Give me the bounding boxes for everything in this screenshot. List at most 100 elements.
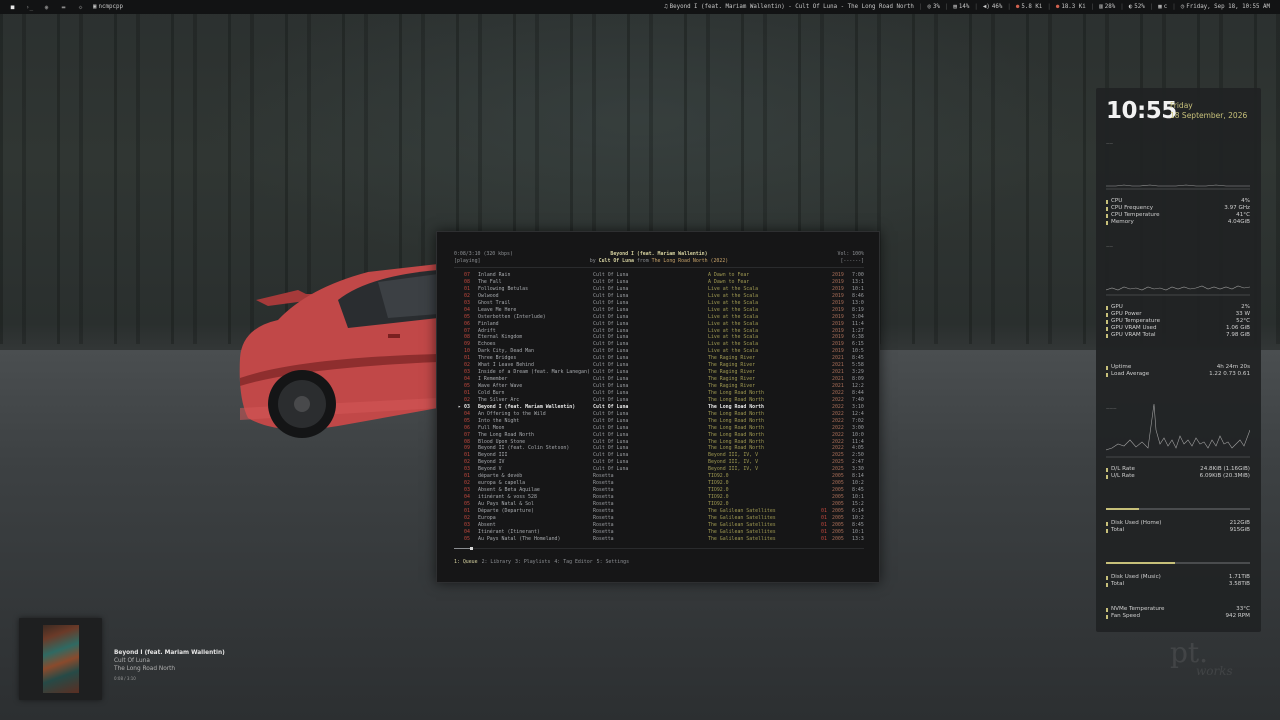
track-number: 07	[464, 327, 470, 334]
workspace-5[interactable]: ◇	[72, 4, 89, 11]
track-year: 2019	[832, 341, 844, 348]
stat-label: Disk Used (Home)	[1111, 520, 1162, 526]
progress-knob[interactable]	[470, 547, 474, 550]
clock-module[interactable]: ◷ Friday, Sep 18, 10:55 AM	[1177, 4, 1274, 10]
playlist-row[interactable]: 02 Europa Rosetta The Galilean Satellites 01…	[454, 515, 864, 522]
tab-library[interactable]: 2: Library	[482, 559, 511, 565]
playlist-row[interactable]: 09 Beyond II (feat. Colin Stetson) Cult Of…	[454, 445, 864, 452]
track-title: Echoes	[478, 341, 496, 348]
playlist-row[interactable]: 05 Into the Night Cult Of Luna The Long Roa…	[454, 418, 864, 425]
track-title: Inside of a Dream (feat. Mark Lanegan)	[478, 369, 590, 376]
playlist-row[interactable]: 03 Absent Rosetta The Galilean Satellites 01…	[454, 522, 864, 529]
active-window[interactable]: ▣ ncmpcpp	[89, 4, 127, 10]
track-year: 2022	[832, 417, 844, 424]
playlist-row[interactable]: 04 An Offering to the Wild Cult Of Luna The…	[454, 411, 864, 418]
progress-bar[interactable]	[454, 547, 864, 550]
track-artist: Cult Of Luna	[593, 306, 629, 313]
playlist-row[interactable]: 03 Absent & Beta Aquilae Rosetta TIO92.0 200…	[454, 487, 864, 494]
stat-row: Uptime 4h 24m 20s	[1106, 364, 1250, 371]
playlist-row[interactable]: 01 départe & devéb Rosetta TIO92.0 2005 8:14	[454, 473, 864, 480]
stat-value: 1.71TiB	[1228, 574, 1250, 580]
playlist-row[interactable]: 07 Adrift Cult Of Luna Live at the Scala 201…	[454, 328, 864, 335]
home-disk-stats: Disk Used (Home) 212GiB Total 915GiB	[1106, 520, 1250, 534]
stat-value: 942 RPM	[1225, 613, 1250, 619]
track-number: 05	[464, 535, 470, 542]
battery-module[interactable]: ◐ 52%	[1125, 4, 1149, 10]
track-album: The Long Road North	[708, 445, 764, 452]
stat-row: Memory 4.04GiB	[1106, 219, 1250, 226]
playlist-row[interactable]: 01 Départe (Departure) Rosetta The Galilean…	[454, 508, 864, 515]
track-artist: Cult Of Luna	[593, 369, 629, 376]
playlist-row[interactable]: 08 The Fall Cult Of Luna A Dawn to Fear 2019…	[454, 279, 864, 286]
playlist-row[interactable]: 02 Owlwood Cult Of Luna Live at the Scala 20…	[454, 293, 864, 300]
workspace-4[interactable]: ▬	[55, 4, 72, 11]
cpu-module[interactable]: ◎ 3%	[923, 4, 943, 10]
memory-module[interactable]: ▤ 14%	[949, 4, 973, 10]
stat-label: Load Average	[1111, 371, 1150, 377]
track-title: Blood Upon Stone	[478, 438, 526, 445]
playlist-row[interactable]: 08 Eternal Kingdom Cult Of Luna Live at the…	[454, 334, 864, 341]
track-title: Au Pays Natal & Sol	[478, 500, 534, 507]
net-down-module[interactable]: ● 5.8 Ki	[1012, 4, 1046, 10]
playlist-row[interactable]: 10 Dark City, Dead Man Cult Of Luna Live at…	[454, 348, 864, 355]
volume-module[interactable]: ◀) 46%	[979, 4, 1006, 10]
track-duration: 3:29	[852, 369, 864, 376]
playlist-row[interactable]: 04 I Remember Cult Of Luna The Raging River…	[454, 376, 864, 383]
playlist-row[interactable]: 02 Beyond IV Cult Of Luna Beyond III, IV, V…	[454, 459, 864, 466]
playlist-row[interactable]: 01 Following Betulas Cult Of Luna Live at t…	[454, 286, 864, 293]
by-label: by	[589, 257, 596, 264]
track-number: 06	[464, 424, 470, 431]
volume-label: Vol: 100%	[837, 251, 865, 257]
playlist-row[interactable]: 07 The Long Road North Cult Of Luna The Lon…	[454, 432, 864, 439]
track-number: 02	[464, 514, 470, 521]
tab-playlists[interactable]: 3: Playlists	[515, 559, 550, 565]
current-track-marker: ▸	[458, 403, 461, 410]
song-album: The Long Road North (2022)	[651, 257, 729, 264]
track-artist: Cult Of Luna	[593, 424, 629, 431]
workspace-2[interactable]: ›_	[21, 4, 38, 11]
track-number: 03	[464, 299, 470, 306]
track-year: 2022	[832, 445, 844, 452]
tab-settings[interactable]: 5: Settings	[597, 559, 629, 565]
playlist-row[interactable]: 02 europa & capella Rosetta TIO92.0 2005 10:2	[454, 480, 864, 487]
playlist-row[interactable]: 03 Ghost Trail Cult Of Luna Live at the Sca…	[454, 300, 864, 307]
playlist-row[interactable]: 05 Osterbotten (Interlude) Cult Of Luna Liv…	[454, 314, 864, 321]
net-up-module[interactable]: ● 18.3 Ki	[1052, 4, 1090, 10]
system-stats: Uptime 4h 24m 20s Load Average 1.22 0.73 0.…	[1106, 364, 1250, 378]
playlist-row[interactable]: 02 What I Leave Behind Cult Of Luna The Rag…	[454, 362, 864, 369]
track-title: Europa	[478, 514, 496, 521]
track-year: 2019	[832, 348, 844, 355]
playlist-row[interactable]: 02 The Silver Arc Cult Of Luna The Long Roa…	[454, 397, 864, 404]
playlist-row[interactable]: 07 Inland Rain Cult Of Luna A Dawn to Fear 2…	[454, 272, 864, 279]
tab-tag-editor[interactable]: 4: Tag Editor	[554, 559, 592, 565]
playlist-row[interactable]: 09 Echoes Cult Of Luna Live at the Scala 201…	[454, 341, 864, 348]
track-year: 2022	[832, 396, 844, 403]
disk-icon: ▥	[1099, 4, 1103, 10]
layout-module[interactable]: ▦ c	[1154, 4, 1171, 10]
playlist-row[interactable]: ▸ 03 Beyond I (feat. Mariam Wallentin) Cult…	[454, 404, 864, 411]
workspace-1[interactable]: ■	[4, 4, 21, 11]
playlist-row[interactable]: 01 Beyond III Cult Of Luna Beyond III, IV, …	[454, 452, 864, 459]
playlist-row[interactable]: 06 Full Moon Cult Of Luna The Long Road Nor…	[454, 425, 864, 432]
playlist-row[interactable]: 05 Au Pays Natal & Sol Rosetta TIO92.0 2005 1…	[454, 501, 864, 508]
workspace-3[interactable]: ◉	[38, 4, 55, 11]
playlist-row[interactable]: 01 Cold Burn Cult Of Luna The Long Road Nor…	[454, 390, 864, 397]
playlist-row[interactable]: 08 Blood Upon Stone Cult Of Luna The Long R…	[454, 439, 864, 446]
track-title: départe & devéb	[478, 473, 523, 480]
playlist-row[interactable]: 06 Finland Cult Of Luna Live at the Scala 20…	[454, 321, 864, 328]
tab-queue[interactable]: 1: Queue	[454, 559, 478, 565]
track-artist: Cult Of Luna	[593, 376, 629, 383]
cpu-value: 3%	[932, 4, 940, 10]
playlist-row[interactable]: 05 Wave After Wave Cult Of Luna The Raging …	[454, 383, 864, 390]
playlist-row[interactable]: 01 Three Bridges Cult Of Luna The Raging Ri…	[454, 355, 864, 362]
playlist-row[interactable]: 03 Inside of a Dream (feat. Mark Lanegan)…	[454, 369, 864, 376]
playlist-row[interactable]: 04 Itinérant (Itinerant) Rosetta The Galile…	[454, 529, 864, 536]
playlist-row[interactable]: 04 itinérant & voss 528 Rosetta TIO92.0 2005…	[454, 494, 864, 501]
track-artist: Cult Of Luna	[593, 341, 629, 348]
media-module[interactable]: ♫ Beyond I (feat. Mariam Wallentin) - Cul…	[660, 4, 918, 10]
disk-module[interactable]: ▥ 28%	[1095, 4, 1119, 10]
track-duration: 3:10	[852, 403, 864, 410]
playlist-row[interactable]: 04 Leave Me Here Cult Of Luna Live at the S…	[454, 307, 864, 314]
playlist-row[interactable]: 05 Au Pays Natal (The Homeland) Rosetta The…	[454, 536, 864, 543]
ncmpcpp-window[interactable]: 0:08/3:10 (320 kbps) [playing] Beyond I …	[436, 231, 880, 583]
